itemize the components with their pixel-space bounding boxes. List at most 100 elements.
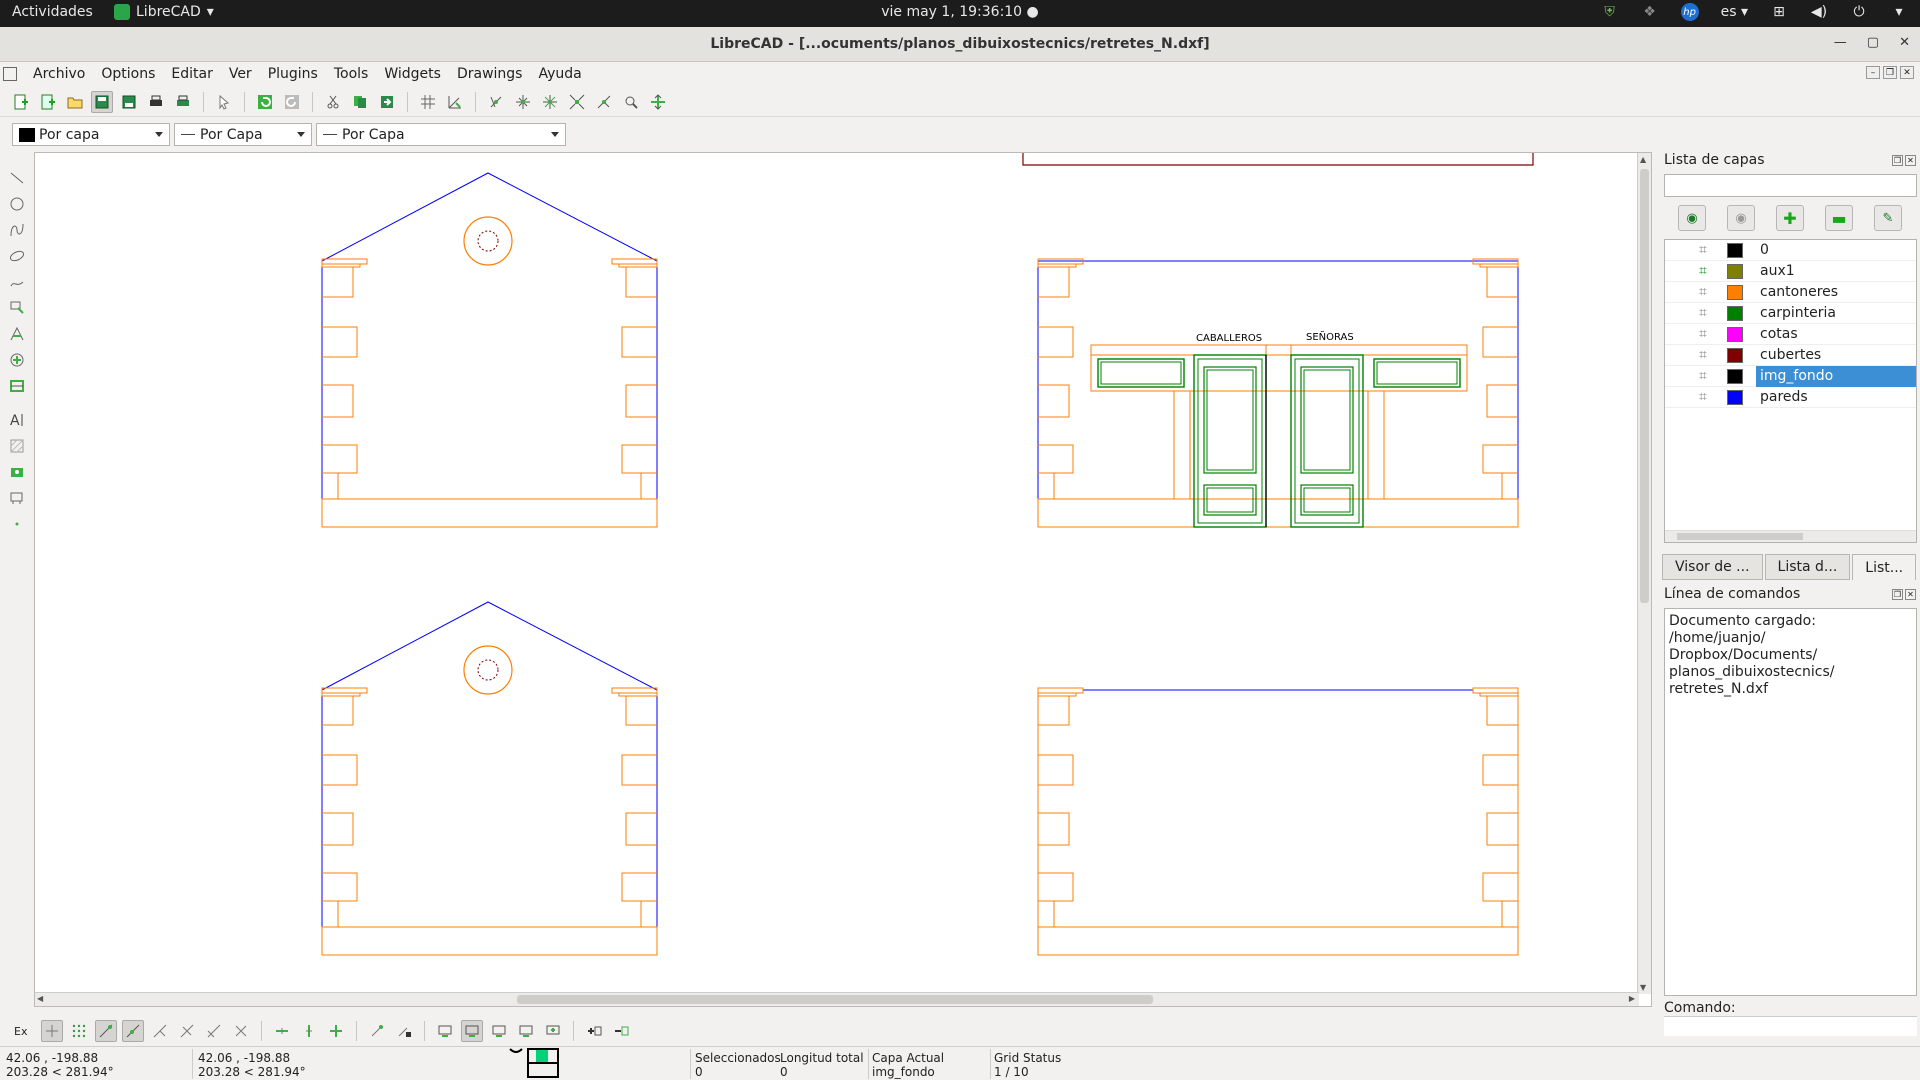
command-input[interactable] [1664,1016,1917,1036]
volume-icon[interactable]: ◀) [1810,3,1828,21]
menu-options[interactable]: Options [93,66,163,82]
relative-zero-icon[interactable] [366,1020,388,1042]
layer-color-swatch[interactable] [1727,284,1743,300]
dropbox-icon[interactable]: ❖ [1641,3,1659,21]
layer-color-swatch[interactable] [1727,305,1743,321]
zoom-window-icon[interactable] [620,91,642,113]
layer-row[interactable]: ⌗ 0 [1665,240,1916,261]
power-icon[interactable]: ⏻ [1850,3,1868,21]
zoom-in-icon[interactable] [512,91,534,113]
line-tool-icon[interactable] [5,166,29,189]
pen-linetype-combo[interactable]: Por Capa [316,123,566,146]
lock-relative-zero-icon[interactable] [393,1020,415,1042]
layer-lock-icon[interactable]: ⌗ [1699,284,1715,300]
remove-view-icon[interactable] [610,1020,632,1042]
open-file-icon[interactable] [64,91,86,113]
redo-icon[interactable] [281,91,303,113]
layer-lock-icon[interactable]: ⌗ [1699,389,1715,405]
menu-drawings[interactable]: Drawings [449,66,531,82]
scroll-right-arrow-icon[interactable]: ▶ [1629,994,1635,1003]
mdi-minimize-button[interactable]: – [1866,66,1880,79]
shield-icon[interactable]: ⛨ [1601,3,1619,21]
scroll-up-arrow-icon[interactable]: ▲ [1640,155,1646,164]
layer-color-swatch[interactable] [1727,347,1743,363]
print-icon[interactable] [145,91,167,113]
canvas-horizontal-scroll-thumb[interactable] [517,995,1153,1004]
layer-lock-icon[interactable]: ⌗ [1699,347,1715,363]
system-menu-caret-icon[interactable]: ▾ [1890,3,1908,21]
layer-color-swatch[interactable] [1727,242,1743,258]
print-preview-icon[interactable] [172,91,194,113]
layer-row[interactable]: ⌗ carpinteria [1665,303,1916,324]
undo-icon[interactable] [254,91,276,113]
zoom-auto-icon[interactable] [566,91,588,113]
maximize-button[interactable]: ▢ [1867,35,1879,50]
language-indicator[interactable]: es ▾ [1721,3,1748,21]
dock-close-button[interactable]: ✕ [1905,155,1916,166]
new-from-template-icon[interactable] [37,91,59,113]
view-5-icon[interactable] [542,1020,564,1042]
curve-tool-icon[interactable] [5,218,29,241]
mdi-restore-button[interactable]: ❐ [1883,66,1897,79]
window-titlebar[interactable]: LibreCAD - [...ocuments/planos_dibuixost… [0,27,1920,62]
select-tool-icon[interactable] [5,296,29,319]
menu-archivo[interactable]: Archivo [25,66,93,82]
canvas-horizontal-scrollbar[interactable]: ◀ ▶ [35,992,1639,1006]
view-4-icon[interactable] [515,1020,537,1042]
restrict-orthogonal-icon[interactable] [325,1020,347,1042]
save-as-icon[interactable] [118,91,140,113]
snap-intersection-icon[interactable] [230,1020,252,1042]
snap-center-icon[interactable] [149,1020,171,1042]
layer-lock-icon[interactable]: ⌗ [1699,263,1715,279]
layer-filter-input[interactable] [1664,174,1917,197]
circle-tool-icon[interactable] [5,192,29,215]
paste-icon[interactable] [376,91,398,113]
layer-lock-icon[interactable]: ⌗ [1699,368,1715,384]
select-pointer-icon[interactable] [213,91,235,113]
pen-color-combo[interactable]: Por capa [12,123,170,146]
layer-row[interactable]: ⌗ cubertes [1665,345,1916,366]
copy-icon[interactable] [349,91,371,113]
view-1-icon[interactable] [434,1020,456,1042]
minimize-button[interactable]: — [1834,35,1847,50]
menu-tools[interactable]: Tools [326,66,377,82]
restrict-horizontal-icon[interactable] [271,1020,293,1042]
text-tool-icon[interactable]: A [5,408,29,431]
snap-middle-icon[interactable] [176,1020,198,1042]
dock-float-button[interactable]: ❐ [1892,155,1903,166]
pen-width-combo[interactable]: Por Capa [174,123,312,146]
canvas-vertical-scrollbar[interactable]: ▲ ▼ [1637,153,1651,994]
tab-lista-de-bloques[interactable]: Lista d... [1764,554,1851,580]
modify-tool-icon[interactable] [5,348,29,371]
draft-mode-icon[interactable] [444,91,466,113]
hide-all-layers-button[interactable]: ◉ [1727,205,1755,231]
restrict-vertical-icon[interactable] [298,1020,320,1042]
grid-toggle-icon[interactable] [417,91,439,113]
layer-table-scroll-thumb[interactable] [1677,533,1803,540]
save-icon[interactable] [91,90,113,113]
layer-lock-icon[interactable]: ⌗ [1699,305,1715,321]
layer-lock-icon[interactable]: ⌗ [1699,326,1715,342]
layer-color-swatch[interactable] [1727,263,1743,279]
mdi-close-button[interactable]: ✕ [1900,66,1914,79]
dimension-tool-icon[interactable] [5,322,29,345]
app-menu[interactable]: LibreCAD ▾ [114,4,214,20]
image-tool-icon[interactable] [5,460,29,483]
layer-color-swatch[interactable] [1727,326,1743,342]
drawing-area[interactable]: CABALLEROS SEÑORAS ▲ ▼ ◀ ▶ [34,152,1652,1007]
menu-ver[interactable]: Ver [221,66,260,82]
add-view-icon[interactable] [583,1020,605,1042]
canvas-vertical-scroll-thumb[interactable] [1640,169,1649,603]
menu-plugins[interactable]: Plugins [260,66,326,82]
network-icon[interactable]: ⊞ [1770,3,1788,21]
layer-row[interactable]: ⌗ aux1 [1665,261,1916,282]
zoom-previous-icon[interactable] [593,91,615,113]
ellipse-tool-icon[interactable] [5,244,29,267]
layer-lock-icon[interactable]: ⌗ [1699,242,1715,258]
snap-free-icon[interactable] [41,1020,63,1042]
snap-distance-icon[interactable] [203,1020,225,1042]
show-all-layers-button[interactable]: ◉ [1678,205,1706,231]
menu-editar[interactable]: Editar [163,66,220,82]
snap-entity-icon[interactable] [122,1020,144,1042]
point-tool-icon[interactable] [5,512,29,535]
